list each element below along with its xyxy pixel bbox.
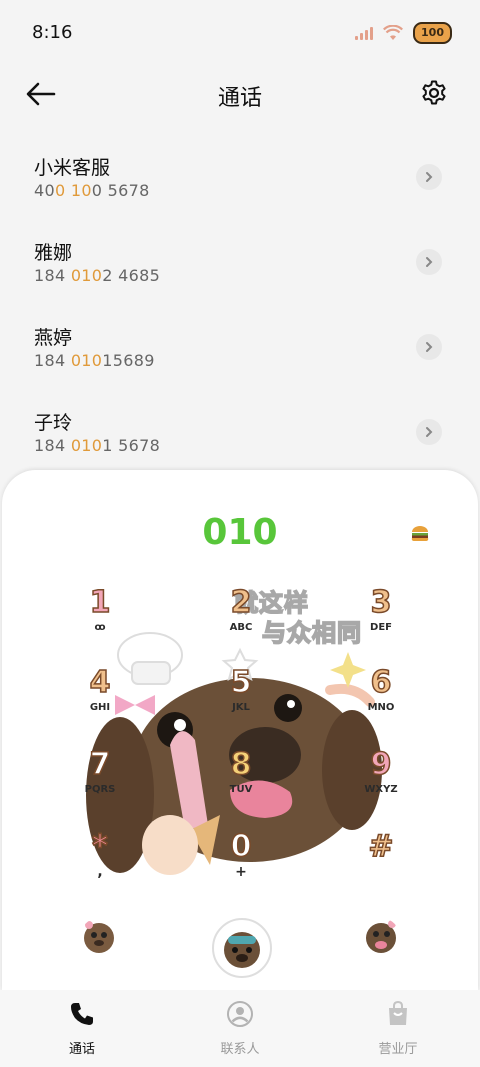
contact-list: 小米客服 400 100 5678 雅娜 184 0102 4685 燕婷 18… [0, 140, 480, 480]
contact-name: 小米客服 [34, 157, 111, 179]
chevron-right-icon[interactable] [416, 334, 442, 360]
contact-number: 184 0101 5678 [34, 436, 161, 455]
contact-row[interactable]: 小米客服 400 100 5678 [0, 140, 480, 225]
wifi-icon [383, 25, 404, 40]
dialed-number[interactable]: 010 [2, 512, 478, 553]
dog-avatar-left-icon[interactable] [80, 918, 118, 956]
chevron-right-icon[interactable] [416, 249, 442, 275]
burger-icon[interactable] [410, 524, 430, 542]
key-2[interactable]: 2 ABC [201, 585, 281, 652]
status-time: 8:16 [32, 22, 73, 43]
contact-name: 雅娜 [34, 242, 73, 264]
contact-row[interactable]: 燕婷 184 01015689 [0, 310, 480, 395]
contact-number: 184 0102 4685 [34, 266, 161, 285]
dog-avatar-right-icon[interactable] [362, 918, 400, 956]
dialer-panel: 010 就这样 与众相同 1ꝏ 2 ABC 3 DEF 4 GHI 5 JKL 6 MNO… [2, 470, 478, 990]
contact-row[interactable]: 子玲 184 0101 5678 [0, 395, 480, 480]
chevron-right-icon[interactable] [416, 419, 442, 445]
key-1[interactable]: 1ꝏ [60, 585, 140, 652]
shopping-bag-icon [389, 1000, 407, 1025]
contact-name: 燕婷 [34, 327, 73, 349]
status-icons: 100 [355, 22, 452, 44]
contact-number: 400 100 5678 [34, 181, 150, 200]
page-title: 通话 [217, 86, 262, 111]
nav-contacts[interactable]: 联系人 [190, 1000, 290, 1057]
key-0[interactable]: 0 + [201, 829, 281, 896]
key-4[interactable]: 4 GHI [60, 665, 140, 732]
phone-icon [71, 1003, 93, 1025]
header: 通话 [0, 64, 480, 124]
battery-icon: 100 [413, 22, 452, 44]
key-9[interactable]: 9 WXYZ [341, 747, 421, 814]
contact-row[interactable]: 雅娜 184 0102 4685 [0, 225, 480, 310]
key-6[interactable]: 6 MNO [341, 665, 421, 732]
key-star[interactable]: *, [60, 829, 140, 896]
bottom-nav: 通话 联系人 营业厅 [0, 990, 480, 1067]
key-7[interactable]: 7 PQRS [60, 747, 140, 814]
nav-calls[interactable]: 通话 [32, 1000, 132, 1057]
key-hash[interactable]: # [341, 829, 421, 896]
key-8[interactable]: 8 TUV [201, 747, 281, 814]
status-bar: 8:16 100 [0, 0, 480, 64]
key-5[interactable]: 5 JKL [201, 665, 281, 732]
person-icon [227, 1001, 253, 1027]
key-3[interactable]: 3 DEF [341, 585, 421, 652]
contact-name: 子玲 [34, 412, 73, 434]
call-button[interactable] [212, 918, 272, 978]
nav-service-hall[interactable]: 营业厅 [348, 1000, 448, 1057]
gear-icon[interactable] [420, 79, 448, 107]
chevron-right-icon[interactable] [416, 164, 442, 190]
signal-icon [355, 26, 374, 40]
contact-number: 184 01015689 [34, 351, 155, 370]
